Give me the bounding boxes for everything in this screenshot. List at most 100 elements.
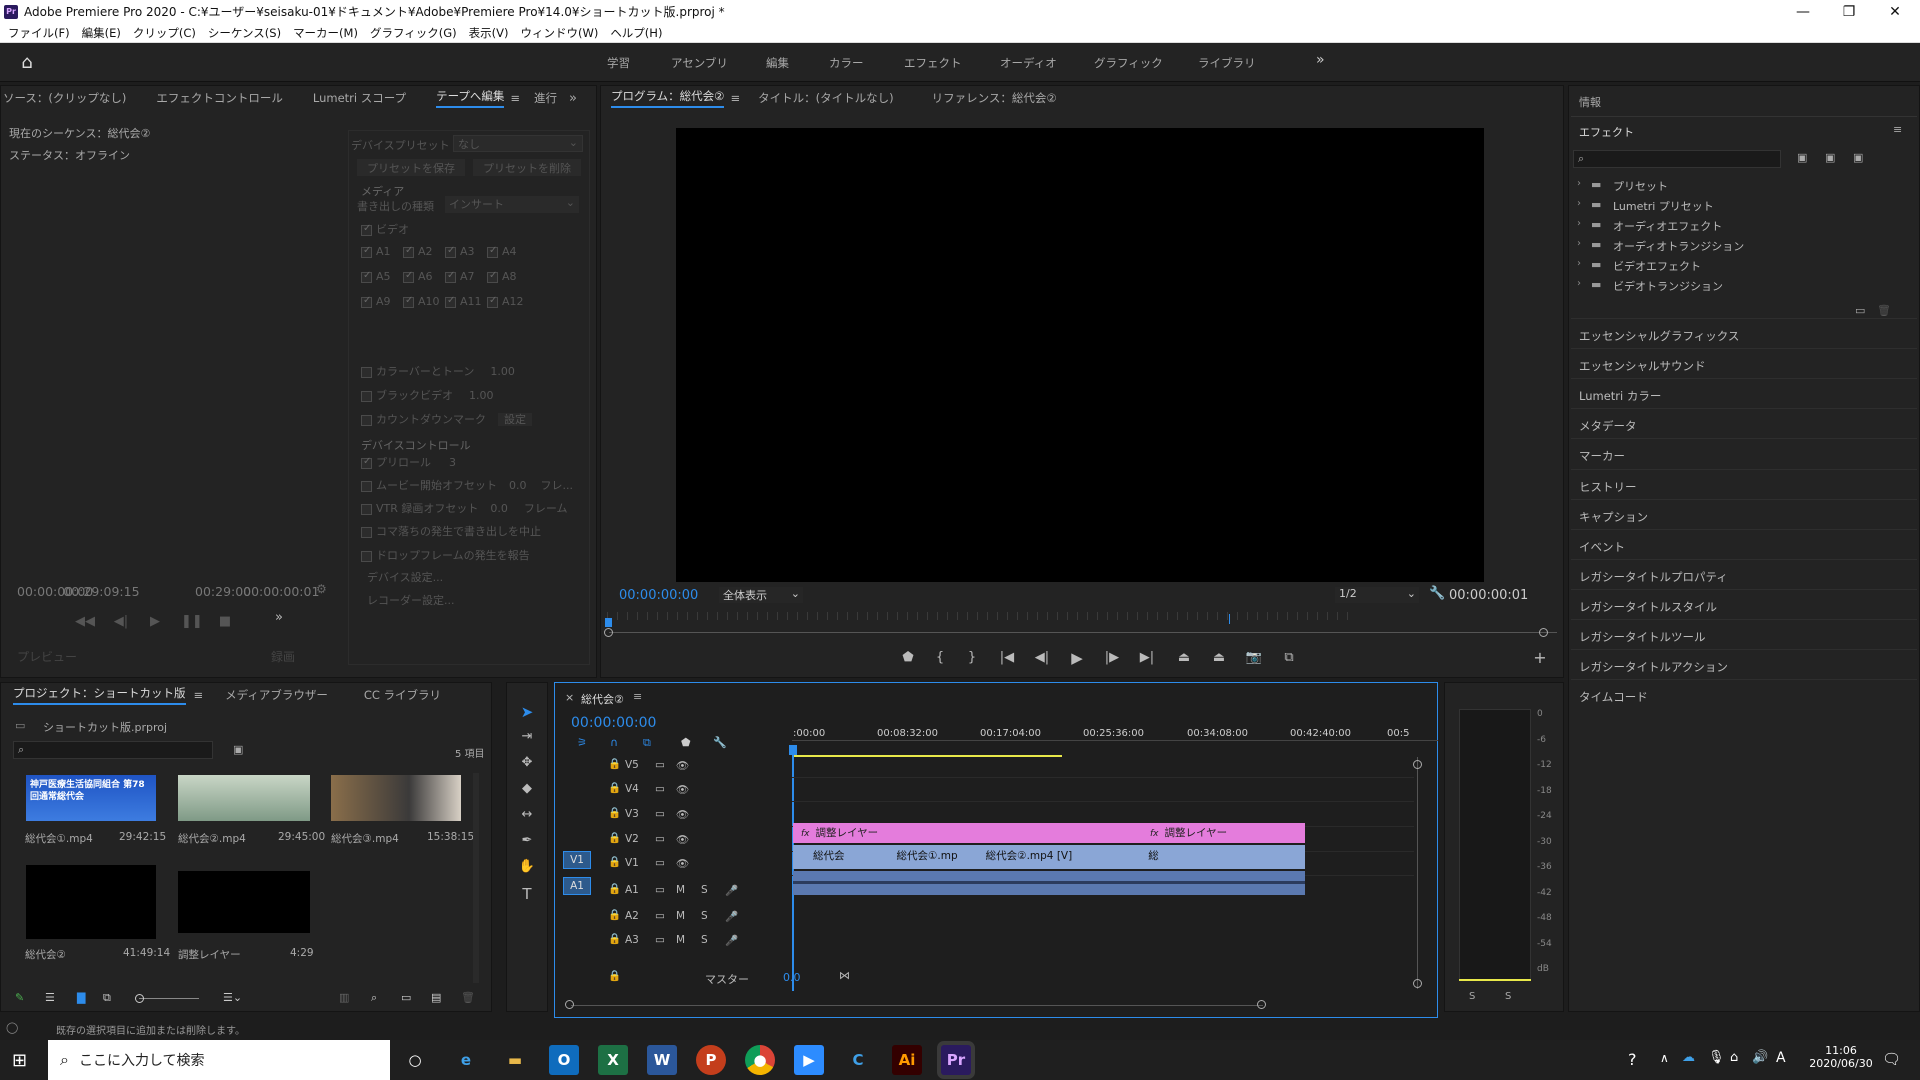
tab-reference[interactable]: リファレンス：総代会② — [932, 90, 1057, 106]
microphone-icon[interactable]: 🎙 — [1708, 1050, 1725, 1065]
menu-item-7[interactable]: ウィンドウ(W) — [520, 25, 598, 41]
thumbnail-2[interactable] — [178, 775, 310, 821]
device-settings-button[interactable]: デバイス設定... — [367, 569, 443, 585]
type-tool-icon[interactable]: T — [517, 885, 537, 903]
program-timecode[interactable]: 00:00:00:00 — [619, 588, 698, 603]
expand-chevron-icon[interactable]: › — [1577, 278, 1581, 289]
countdown-settings-button[interactable]: 設定 — [498, 413, 532, 426]
panel-section-1[interactable]: エッセンシャルサウンド — [1579, 358, 1706, 374]
sync-lock-icon[interactable]: ▭ — [655, 934, 665, 946]
panel-section-11[interactable]: レガシータイトルアクション — [1579, 659, 1728, 675]
lift-icon[interactable]: ⏏ — [1174, 650, 1194, 665]
add-marker-icon[interactable]: ⬟ — [898, 650, 918, 665]
settings-icon[interactable]: ⚙ — [316, 582, 327, 596]
yuv-effects-icon[interactable]: ▣ — [1853, 151, 1863, 164]
pause-icon[interactable]: ❚❚ — [181, 614, 203, 629]
eye-icon[interactable]: 👁 — [676, 857, 689, 870]
network-icon[interactable]: ⌂ — [1730, 1050, 1738, 1065]
tab-source[interactable]: ソース：(クリップなし) — [3, 90, 126, 106]
panel-section-10[interactable]: レガシータイトルツール — [1579, 629, 1706, 645]
hand-tool-icon[interactable]: ✋ — [517, 859, 537, 874]
effect-folder-4[interactable]: ビデオエフェクト — [1613, 258, 1701, 274]
add-marker-icon[interactable]: ⬟ — [681, 736, 691, 749]
list-view-icon[interactable]: ☰ — [45, 991, 55, 1004]
tab-cc-libraries[interactable]: CC ライブラリ — [364, 687, 441, 703]
icon-view-icon[interactable]: ▇ — [77, 991, 85, 1004]
32bit-effects-icon[interactable]: ▣ — [1825, 151, 1835, 164]
effects-search-input[interactable]: ⌕ — [1573, 150, 1781, 168]
tab-title[interactable]: タイトル：(タイトルなし) — [758, 90, 893, 106]
ripple-edit-tool-icon[interactable]: ✥ — [517, 755, 537, 770]
home-icon[interactable]: ⌂ — [16, 52, 38, 74]
menu-item-8[interactable]: ヘルプ(H) — [610, 25, 662, 41]
audio-track-checkbox-A10[interactable]: A10 — [403, 295, 440, 308]
app-icon[interactable]: C — [843, 1045, 873, 1075]
expand-chevron-icon[interactable]: › — [1577, 238, 1581, 249]
adjustment-layer-clip-1[interactable]: fx 調整レイヤー — [793, 823, 1140, 843]
step-forward-icon[interactable]: |▶ — [1102, 650, 1122, 665]
stop-icon[interactable]: ■ — [215, 614, 235, 629]
lock-icon[interactable]: 🔒 — [608, 882, 621, 895]
audio-track-checkbox-A11[interactable]: A11 — [445, 295, 482, 308]
eye-icon[interactable]: 👁 — [676, 783, 689, 796]
freeform-view-icon[interactable]: ⧉ — [103, 991, 111, 1005]
new-bin-icon[interactable]: ▭ — [401, 991, 411, 1004]
eye-icon[interactable]: 👁 — [676, 833, 689, 846]
tray-chevron-icon[interactable]: ∧ — [1660, 1051, 1669, 1065]
workspace-tab-0[interactable]: 学習 — [607, 55, 630, 71]
trash-icon[interactable]: 🗑 — [1877, 304, 1891, 317]
resolution-select[interactable]: 1/2 ⌄ — [1335, 587, 1419, 603]
edge-icon[interactable]: e — [451, 1045, 481, 1075]
panel-section-12[interactable]: タイムコード — [1579, 689, 1648, 705]
word-icon[interactable]: W — [647, 1045, 677, 1075]
workspace-tab-4[interactable]: エフェクト — [904, 55, 962, 71]
vertical-scroll-bar[interactable] — [1417, 757, 1418, 989]
new-item-icon[interactable]: ▤ — [431, 991, 441, 1004]
mute-button[interactable]: M — [676, 910, 685, 922]
task-view-icon[interactable]: ○ — [400, 1045, 430, 1075]
solo-button[interactable]: S — [701, 934, 708, 946]
audio-track-checkbox-A7[interactable]: A7 — [445, 270, 475, 283]
panel-section-8[interactable]: レガシータイトルプロパティ — [1579, 569, 1728, 585]
controls-overflow-icon[interactable]: » — [269, 610, 289, 625]
tab-lumetri-scopes[interactable]: Lumetri スコープ — [313, 90, 406, 106]
audio-clip-track-a1[interactable] — [793, 871, 1305, 895]
play-icon[interactable]: ▶ — [145, 614, 165, 629]
lock-icon[interactable]: 🔒 — [608, 831, 621, 844]
track-select-tool-icon[interactable]: ⇥ — [517, 729, 537, 744]
go-to-in-icon[interactable]: |◀ — [997, 650, 1017, 665]
new-bin-from-search-icon[interactable]: ▣ — [233, 743, 243, 756]
outlook-icon[interactable]: O — [549, 1045, 579, 1075]
mute-button[interactable]: M — [676, 934, 685, 946]
save-preset-button[interactable]: プリセットを保存 — [357, 159, 465, 176]
video-clip-track-v1[interactable]: 総代会 総代会①.mp 総代会②.mp4 [V] 総 — [793, 845, 1305, 869]
nest-icon[interactable]: ⚞ — [577, 736, 587, 749]
timeline-scroll-right[interactable] — [1257, 1000, 1266, 1009]
extract-icon[interactable]: ⏏ — [1209, 650, 1229, 665]
audio-track-checkbox-A2[interactable]: A2 — [403, 245, 433, 258]
program-playhead[interactable] — [605, 618, 612, 627]
expand-chevron-icon[interactable]: › — [1577, 198, 1581, 209]
workspace-tab-2[interactable]: 編集 — [766, 55, 789, 71]
taskbar-search-box[interactable]: ⌕ ここに入力して検索 — [48, 1040, 390, 1080]
file-explorer-icon[interactable]: ▬ — [500, 1045, 530, 1075]
panel-overflow-icon[interactable]: » — [569, 91, 577, 106]
step-back-icon[interactable]: ◀| — [111, 614, 131, 629]
sync-lock-icon[interactable]: ▭ — [655, 833, 665, 845]
chrome-icon[interactable]: ● — [745, 1045, 775, 1075]
wrench-icon[interactable]: 🔧 — [1429, 586, 1445, 601]
workspace-tab-3[interactable]: カラー — [829, 55, 864, 71]
voiceover-mic-icon[interactable]: 🎤 — [725, 910, 738, 923]
panel-section-5[interactable]: ヒストリー — [1579, 479, 1637, 495]
panel-section-4[interactable]: マーカー — [1579, 448, 1625, 464]
illustrator-icon[interactable]: Ai — [892, 1045, 922, 1075]
thumbnail-4[interactable] — [26, 865, 156, 939]
excel-icon[interactable]: X — [598, 1045, 628, 1075]
eye-icon[interactable]: 👁 — [676, 808, 689, 821]
automate-icon[interactable]: ▥ — [339, 991, 349, 1004]
lock-icon[interactable]: 🔒 — [608, 781, 621, 794]
delete-preset-button[interactable]: プリセットを削除 — [473, 159, 581, 176]
info-tab[interactable]: 情報 — [1579, 94, 1601, 110]
volume-icon[interactable]: 🔊 — [1752, 1050, 1768, 1065]
project-item-name[interactable]: 総代会③.mp4 — [331, 831, 399, 846]
